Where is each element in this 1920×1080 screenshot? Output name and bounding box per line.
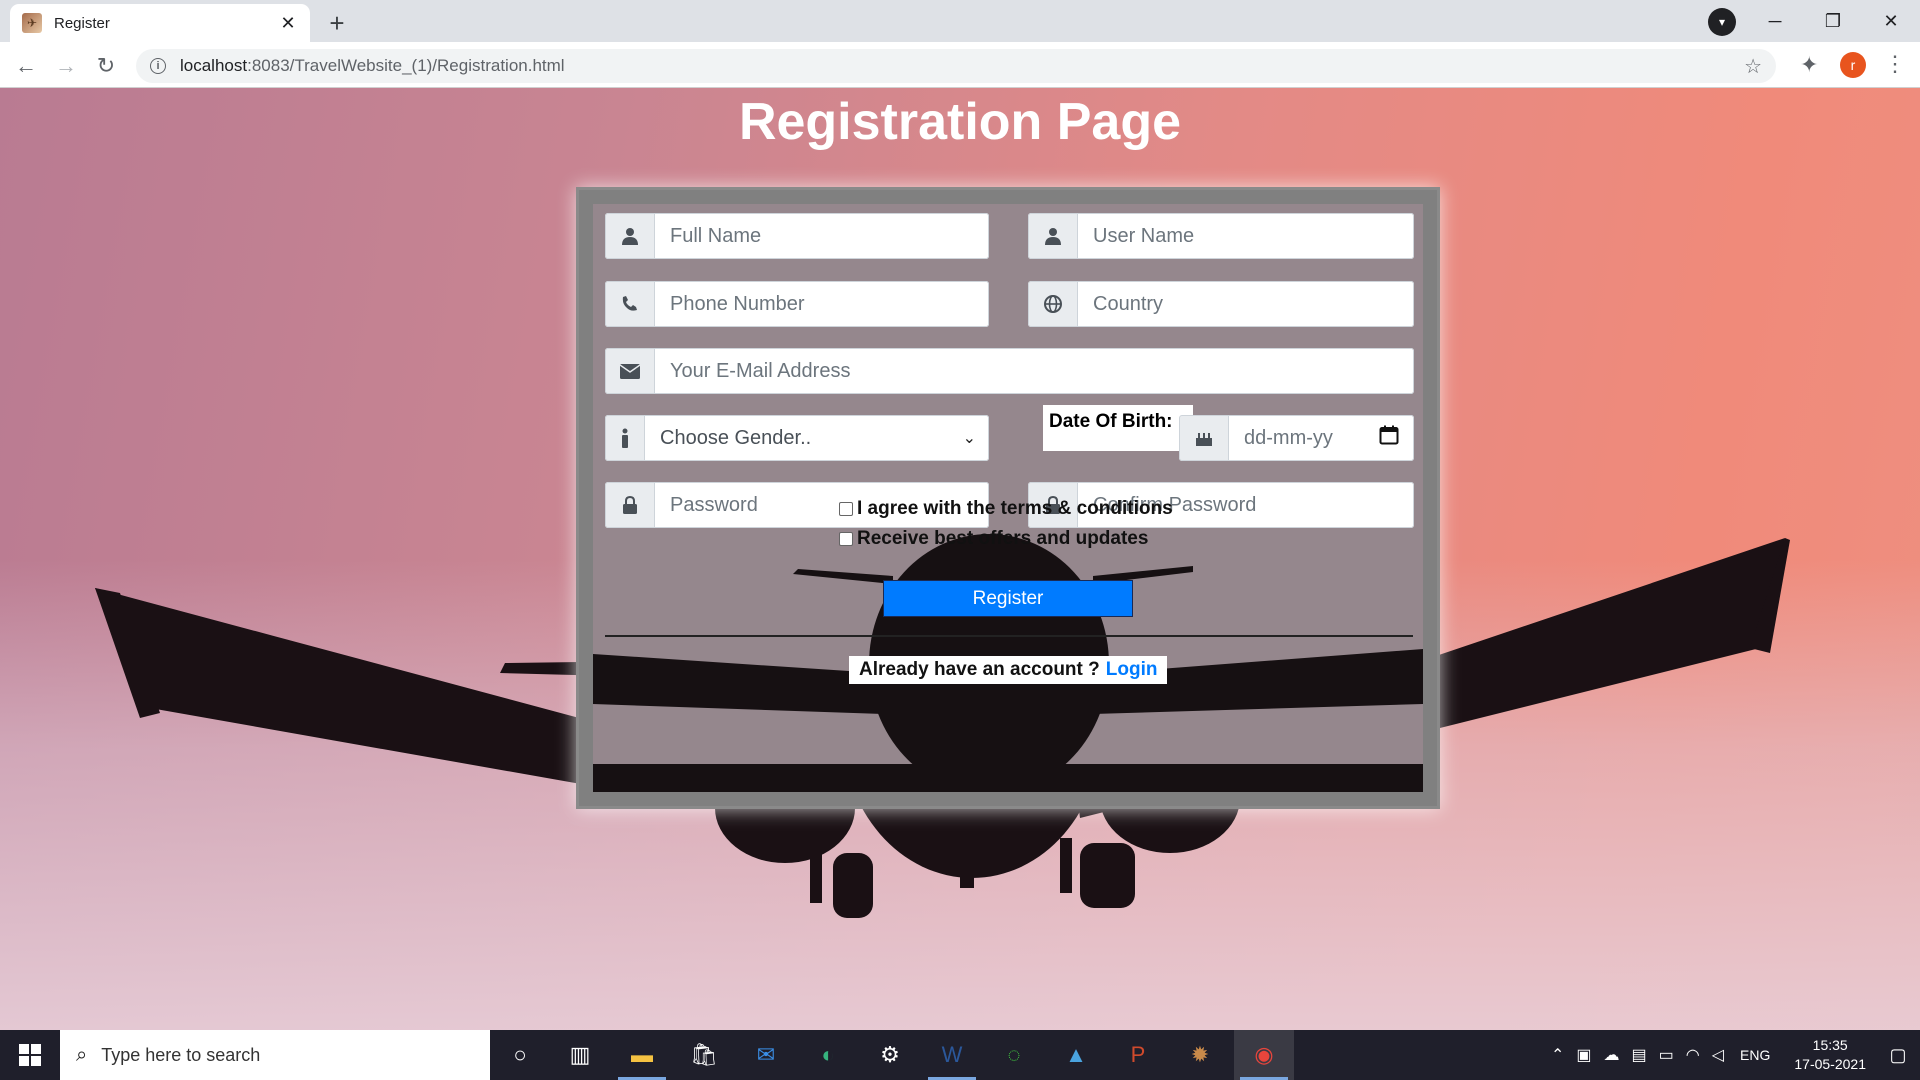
login-prompt: Already have an account ? Login (849, 656, 1168, 684)
consent-checkboxes: I agree with the terms & conditions Rece… (839, 494, 1173, 554)
volume-icon[interactable]: ◁ (1712, 1045, 1724, 1065)
dob-label: Date Of Birth: (1043, 405, 1193, 451)
register-button[interactable]: Register (883, 580, 1133, 617)
offers-label: Receive best offers and updates (857, 528, 1149, 549)
system-tray: ⌃ ▣ ☁ ▤ ▭ ◠ ◁ ENG 15:35 17-05-2021 ▢ (1545, 1030, 1920, 1080)
tab-search-icon[interactable]: ▾ (1708, 8, 1736, 36)
minimize-icon[interactable]: ─ (1746, 0, 1804, 42)
calendar-icon[interactable] (1379, 425, 1399, 451)
dob-field: dd-mm-yy (1179, 415, 1414, 461)
site-info-icon[interactable]: i (150, 58, 166, 74)
full-name-field: Full Name (605, 213, 989, 259)
mail-icon[interactable]: ✉ (736, 1030, 796, 1080)
photos-icon[interactable]: ▲ (1046, 1030, 1106, 1080)
person-icon (605, 415, 645, 461)
user-icon (605, 213, 655, 259)
gender-selected-value: Choose Gender.. (660, 426, 812, 449)
user-name-input[interactable]: User Name (1078, 213, 1414, 259)
registration-form: Full Name User Name Phone Number Country… (593, 204, 1423, 792)
address-bar[interactable]: i localhost:8083/TravelWebsite_(1)/Regis… (136, 49, 1776, 83)
url-text: localhost:8083/TravelWebsite_(1)/Registr… (180, 56, 565, 75)
taskbar-search[interactable]: ⌕ Type here to search (60, 1030, 490, 1080)
page-title: Registration Page (738, 93, 1182, 151)
phone-icon (605, 281, 655, 327)
loading-app-icon[interactable]: ◌ (984, 1030, 1044, 1080)
back-icon[interactable]: ← (10, 50, 42, 82)
login-prompt-text: Already have an account ? (859, 659, 1100, 680)
close-tab-icon[interactable]: ✕ (278, 13, 298, 34)
gender-field: Choose Gender.. ⌄ (605, 415, 989, 461)
restore-icon[interactable]: ❐ (1804, 0, 1862, 42)
store-icon[interactable]: 🛍 (674, 1030, 734, 1080)
user-icon (1028, 213, 1078, 259)
clock-date: 17-05-2021 (1794, 1056, 1866, 1072)
lock-icon (605, 482, 655, 528)
registration-form-card: Full Name User Name Phone Number Country… (576, 187, 1440, 809)
battery-icon[interactable]: ▭ (1659, 1045, 1674, 1065)
wifi-icon[interactable]: ◠ (1686, 1045, 1700, 1065)
site-favicon-icon: ✈ (22, 13, 42, 33)
login-link[interactable]: Login (1106, 659, 1158, 681)
offers-row: Receive best offers and updates (839, 524, 1173, 554)
forward-icon[interactable]: → (50, 50, 82, 82)
birthday-cake-icon (1179, 415, 1229, 461)
form-divider (605, 635, 1413, 637)
chevron-down-icon: ⌄ (962, 430, 976, 447)
file-explorer-icon[interactable]: ▬ (612, 1030, 672, 1080)
browser-toolbar: ← → ↻ i localhost:8083/TravelWebsite_(1)… (0, 42, 1920, 88)
task-view-icon[interactable]: ▥ (550, 1030, 610, 1080)
terms-label: I agree with the terms & conditions (857, 498, 1173, 519)
email-input[interactable]: Your E-Mail Address (655, 348, 1414, 394)
browser-tab[interactable]: ✈ Register ✕ (10, 4, 310, 42)
page-background: Registration Page Full Name User Name Ph… (0, 88, 1920, 1030)
dob-input[interactable]: dd-mm-yy (1229, 415, 1414, 461)
windows-start-icon[interactable] (0, 1030, 60, 1080)
powerpoint-icon[interactable]: P (1108, 1030, 1168, 1080)
search-icon: ⌕ (76, 1043, 88, 1066)
camera-icon[interactable]: ▣ (1576, 1045, 1591, 1065)
windows-taskbar: ⌕ Type here to search ○ ▥ ▬ 🛍 ✉ ◐ ⚙ W ◌ … (0, 1030, 1920, 1080)
notification-icon[interactable]: ▢ (1876, 1030, 1920, 1080)
taskbar-search-placeholder: Type here to search (101, 1044, 261, 1065)
profile-avatar[interactable]: r (1840, 52, 1866, 78)
country-input[interactable]: Country (1078, 281, 1414, 327)
bookmark-star-icon[interactable]: ☆ (1744, 54, 1762, 79)
onedrive-error-icon[interactable]: ☁ (1604, 1045, 1620, 1065)
reload-icon[interactable]: ↻ (90, 50, 122, 82)
clock-time: 15:35 (1812, 1037, 1848, 1053)
user-name-field: User Name (1028, 213, 1414, 259)
browser-menu-icon[interactable]: ⋮ (1884, 51, 1906, 77)
clock[interactable]: 15:35 17-05-2021 (1794, 1036, 1866, 1074)
offers-checkbox[interactable] (839, 532, 853, 546)
language-indicator[interactable]: ENG (1740, 1047, 1770, 1063)
settings-gear-icon[interactable]: ⚙ (860, 1030, 920, 1080)
new-tab-button[interactable]: + (320, 6, 354, 40)
dob-placeholder: dd-mm-yy (1244, 426, 1333, 449)
email-field: Your E-Mail Address (605, 348, 1414, 394)
cortana-icon[interactable]: ○ (490, 1030, 550, 1080)
globe-icon (1028, 281, 1078, 327)
edge-icon[interactable]: ◐ (798, 1030, 858, 1080)
word-icon[interactable]: W (922, 1030, 982, 1080)
terms-checkbox[interactable] (839, 502, 853, 516)
terms-row: I agree with the terms & conditions (839, 494, 1173, 524)
security-icon[interactable]: ▤ (1632, 1045, 1647, 1065)
country-field: Country (1028, 281, 1414, 327)
envelope-icon (605, 348, 655, 394)
show-hidden-icons-icon[interactable]: ⌃ (1551, 1045, 1564, 1065)
full-name-input[interactable]: Full Name (655, 213, 989, 259)
extensions-icon[interactable]: ✦ (1800, 52, 1818, 78)
tab-title: Register (54, 14, 110, 32)
browser-tab-bar: ✈ Register ✕ + ▾ ─ ❐ ✕ (0, 0, 1920, 42)
phone-field: Phone Number (605, 281, 989, 327)
app-gear-icon[interactable]: ✹ (1170, 1030, 1230, 1080)
phone-number-input[interactable]: Phone Number (655, 281, 989, 327)
close-window-icon[interactable]: ✕ (1862, 0, 1920, 42)
gender-select[interactable]: Choose Gender.. ⌄ (645, 415, 989, 461)
chrome-icon[interactable]: ◉ (1234, 1030, 1294, 1080)
